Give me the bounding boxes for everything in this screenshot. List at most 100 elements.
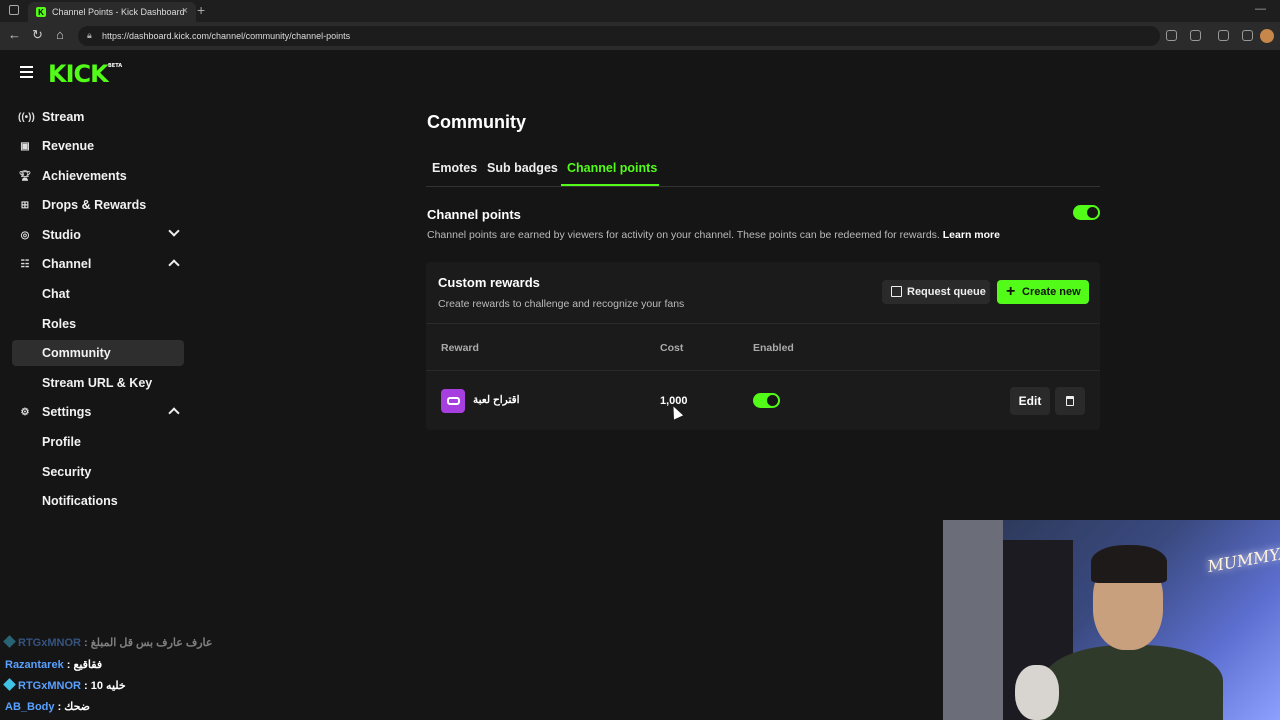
sidebar-item-label: Drops & Rewards [42,198,147,212]
external-link-icon [891,286,902,297]
chat-message: Razantarek : فقاقيع [5,659,103,671]
chat-username: RTGxMNOR [18,680,81,692]
reward-enabled-toggle[interactable] [753,393,780,408]
favorites-icon[interactable] [1242,30,1253,41]
column-header-reward: Reward [441,342,479,354]
profile-avatar[interactable] [1260,29,1274,43]
create-new-label: Create new [1022,286,1081,298]
sidebar-item-studio[interactable]: ◎ Studio [12,221,184,249]
streamer-body [1043,645,1223,720]
lock-icon: 🔒︎ [87,30,92,40]
trophy-icon: 🏆︎ [18,170,32,182]
gift-icon: ⊞ [20,199,30,211]
microphone [1015,665,1059,720]
table-row: اقتراح لعبة 1,000 Edit [426,370,1100,430]
channel-points-title: Channel points [427,207,521,222]
chart-icon: ▣ [20,140,30,152]
chat-message: AB_Body : ضحك [5,701,91,713]
chat-username: AB_Body [5,701,55,713]
active-tab-indicator [561,184,659,186]
chat-text: عارف عارف بس قل المبلغ [90,637,213,649]
chevron-up-icon [168,259,180,271]
sidebar-item-label: Notifications [42,494,118,508]
sidebar-item-label: Stream URL & Key [42,376,153,390]
sidebar-item-community[interactable]: Community [12,340,184,366]
request-queue-button[interactable]: Request queue [882,280,990,304]
gem-badge-icon [3,678,16,691]
custom-rewards-card: Custom rewards Create rewards to challen… [426,262,1100,430]
sidebar-item-stream[interactable]: ((•)) Stream [12,103,184,131]
extension-icon[interactable] [1218,30,1229,41]
sidebar-item-label: Settings [42,405,92,419]
reward-name: اقتراح لعبة [473,394,520,406]
custom-rewards-subtitle: Create rewards to challenge and recogniz… [438,298,685,310]
kick-favicon-icon: K [36,7,46,17]
browser-tab-title: Channel Points - Kick Dashboard [52,7,185,17]
tab-channel-points[interactable]: Channel points [567,161,657,175]
sidebar-item-label: Community [42,346,111,360]
edit-button[interactable]: Edit [1010,387,1050,415]
sidebar-item-chat[interactable]: Chat [12,281,184,307]
plus-icon: + [1006,283,1016,300]
new-tab-icon[interactable]: + [197,2,205,18]
sidebar-item-security[interactable]: Security [12,459,184,485]
logo-text: KICK [48,60,109,88]
extension-icon[interactable] [1166,30,1177,41]
sidebar-item-label: Channel [42,257,92,271]
kick-logo[interactable]: KICK BETA [48,60,122,88]
chat-text: خليه 10 [90,680,126,692]
chat-message: RTGxMNOR : خليه 10 [3,678,126,692]
sidebar-item-label: Achievements [42,169,127,183]
gear-icon: ⚙︎ [20,406,30,418]
chat-username: Razantarek [5,659,64,671]
minimize-icon[interactable]: — [1255,3,1266,15]
custom-rewards-header: Custom rewards Create rewards to challen… [426,262,1100,324]
menu-icon[interactable] [20,66,33,78]
learn-more-link[interactable]: Learn more [943,229,1000,241]
beta-badge: BETA [108,63,123,69]
tab-sub-badges[interactable]: Sub badges [487,161,558,175]
sidebar-item-achievements[interactable]: 🏆︎ Achievements [12,162,184,190]
tab-emotes[interactable]: Emotes [432,161,477,175]
chevron-down-icon [168,225,180,237]
chat-message: RTGxMNOR : عارف عارف بس قل المبلغ [3,635,213,649]
chat-username: RTGxMNOR [18,637,81,649]
sidebar-item-stream-url-key[interactable]: Stream URL & Key [12,370,184,396]
sidebar-item-notifications[interactable]: Notifications [12,488,184,514]
column-header-cost: Cost [660,342,684,354]
sidebar-item-label: Profile [42,435,81,449]
column-header-enabled: Enabled [753,342,794,354]
sidebar-item-channel[interactable]: ☷ Channel [12,250,184,278]
home-icon[interactable]: ⌂ [56,27,64,42]
reload-icon[interactable]: ↻ [32,27,43,43]
streamer-hair [1091,545,1167,583]
webcam-wall [943,520,1003,720]
close-tab-icon[interactable]: × [182,5,188,17]
webcam-overlay: MUMMYA [943,520,1280,720]
custom-rewards-title: Custom rewards [438,275,540,290]
sidebar-item-revenue[interactable]: ▣ Revenue [12,132,184,160]
window-icon[interactable] [9,5,19,15]
sidebar-item-profile[interactable]: Profile [12,429,184,455]
sidebar-item-settings[interactable]: ⚙︎ Settings [12,398,184,426]
url-input[interactable]: 🔒︎ https://dashboard.kick.com/channel/co… [78,26,1160,46]
back-icon[interactable]: ← [8,27,21,42]
sidebar-item-roles[interactable]: Roles [12,311,184,337]
broadcast-icon: ((•)) [18,111,35,123]
request-queue-label: Request queue [907,286,986,298]
browser-tab-strip: K Channel Points - Kick Dashboard × + — [0,0,1280,22]
sidebar-item-drops-rewards[interactable]: ⊞ Drops & Rewards [12,191,184,219]
trash-icon [1066,396,1074,406]
url-text: https://dashboard.kick.com/channel/commu… [102,31,351,41]
sidebar-item-label: Security [42,465,92,479]
chevron-up-icon [168,407,180,419]
channel-points-toggle[interactable] [1073,205,1100,220]
sidebar-item-label: Stream [42,110,85,124]
extension-icon[interactable] [1190,30,1201,41]
browser-tab[interactable]: K Channel Points - Kick Dashboard × [28,2,196,22]
create-new-button[interactable]: + Create new [997,280,1089,304]
sidebar-item-label: Revenue [42,139,95,153]
app-header: KICK BETA [0,50,1280,98]
channel-icon: ☷ [20,258,30,270]
delete-button[interactable] [1055,387,1085,415]
